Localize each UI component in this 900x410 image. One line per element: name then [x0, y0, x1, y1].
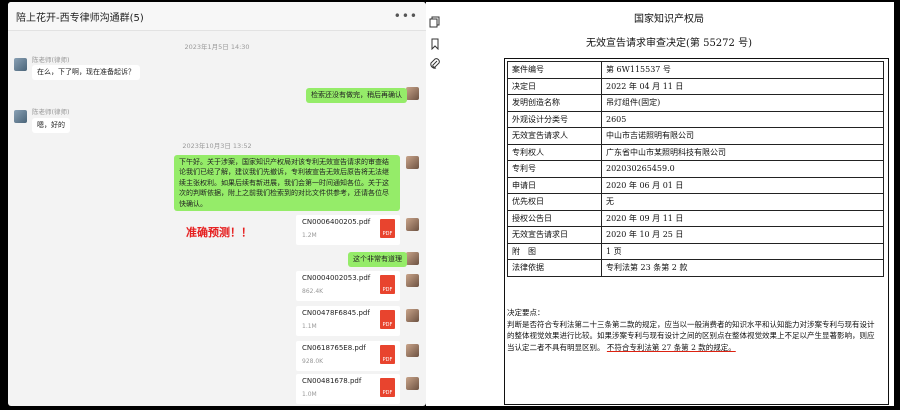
- attachment-icon[interactable]: [429, 58, 441, 70]
- pdf-file-icon: PDF: [380, 275, 395, 294]
- row-label: 专利权人: [507, 143, 602, 161]
- file-size: 1.1M: [302, 323, 317, 330]
- row-value: 2022 年 04 月 11 日: [601, 77, 884, 95]
- chat-window: 陪上花开-西专律师沟通群(5) ••• 2023年1月5日 14:30 陈老师(…: [8, 2, 426, 406]
- avatar[interactable]: [406, 309, 419, 322]
- message-bubble[interactable]: 检索还没有做完，稍后再确认: [306, 88, 407, 103]
- file-name: CN0618765E8.pdf: [302, 344, 366, 352]
- message-bubble[interactable]: 在么，下了啊，现在准备起诉？: [32, 65, 140, 80]
- row-label: 案件编号: [507, 61, 602, 79]
- table-row: 附 图1 页: [507, 242, 884, 260]
- document-page: 国家知识产权局 无效宣告请求审查决定(第 55272 号) 案件编号第 6W11…: [444, 2, 894, 406]
- table-row: 优先权日无: [507, 193, 884, 211]
- row-value: 2020 年 06 月 01 日: [601, 176, 884, 194]
- row-label: 授权公告日: [507, 209, 602, 227]
- avatar[interactable]: [406, 274, 419, 287]
- row-label: 决定日: [507, 77, 602, 95]
- table-row: 无效宣告请求人 中山市吉诺照明有限公司: [507, 127, 884, 145]
- message-bubble[interactable]: 这个非常有道理: [348, 252, 407, 267]
- bookmark-icon[interactable]: [429, 38, 441, 50]
- more-dots-icon[interactable]: •••: [394, 9, 418, 23]
- sender-name: 陈老师(律师): [32, 56, 70, 64]
- timestamp: 2023年10月3日 13:52: [182, 142, 252, 150]
- table-row: 申请日 2020 年 06 月 01 日: [507, 176, 884, 194]
- avatar[interactable]: [14, 110, 27, 123]
- file-name: CN0006400205.pdf: [302, 218, 371, 226]
- avatar[interactable]: [14, 58, 27, 71]
- row-value: 2020 年 09 月 11 日: [601, 209, 884, 227]
- chat-title: 陪上花开-西专律师沟通群(5): [16, 12, 144, 24]
- avatar[interactable]: [406, 377, 419, 390]
- summary-label: 决定要点：: [507, 308, 545, 317]
- row-label: 专利号: [507, 160, 602, 178]
- row-label: 申请日: [507, 176, 602, 194]
- pdf-file-icon: PDF: [380, 378, 395, 397]
- row-value: 2020 年 10 月 25 日: [601, 226, 884, 244]
- pdf-file-icon: PDF: [380, 310, 395, 329]
- document-title: 无效宣告请求审查决定(第 55272 号): [586, 38, 752, 49]
- file-card[interactable]: CN00478F6845.pdf 1.1M PDF: [296, 306, 400, 336]
- table-row: 法律依据 专利法第 23 条第 2 款: [507, 259, 884, 277]
- row-label: 法律依据: [507, 259, 602, 277]
- pdf-file-icon: PDF: [380, 219, 395, 238]
- table-row: 外观设计分类号 2605: [507, 110, 884, 128]
- table-row: 授权公告日 2020 年 09 月 11 日: [507, 209, 884, 227]
- avatar[interactable]: [406, 87, 419, 100]
- prediction-note: 准确预测！！: [186, 226, 252, 239]
- file-card[interactable]: CN00481678.pdf 1.0M PDF: [296, 374, 400, 404]
- decision-table: 案件编号第 6W115537 号决定日 2022 年 04 月 11 日发明创造名…: [507, 61, 884, 277]
- avatar[interactable]: [406, 344, 419, 357]
- file-card[interactable]: CN0004002053.pdf 862.4K PDF: [296, 271, 400, 301]
- row-value: 广东省中山市某照明科技有限公司: [601, 143, 884, 161]
- row-label: 无效宣告请求日: [507, 226, 602, 244]
- timestamp: 2023年1月5日 14:30: [184, 43, 250, 51]
- file-size: 1.0M: [302, 391, 317, 398]
- message-bubble[interactable]: 下午好。关于涉案，国家知识产权局对该专利无效宣告请求的审查结论我们已经了解，建议…: [174, 155, 400, 211]
- file-size: 1.2M: [302, 232, 317, 239]
- row-value: 202030265459.0: [601, 160, 884, 178]
- table-row: 案件编号第 6W115537 号: [507, 61, 884, 79]
- file-card[interactable]: CN0006400205.pdf 1.2M PDF: [296, 215, 400, 245]
- row-value: 2605: [601, 110, 884, 128]
- table-row: 决定日 2022 年 04 月 11 日: [507, 77, 884, 95]
- message-bubble[interactable]: 嗯，好的: [32, 118, 70, 133]
- row-value: 中山市吉诺照明有限公司: [601, 127, 884, 145]
- row-label: 外观设计分类号: [507, 110, 602, 128]
- row-label: 优先权日: [507, 193, 602, 211]
- file-name: CN00481678.pdf: [302, 377, 362, 385]
- sender-name: 陈老师(律师): [32, 108, 70, 116]
- row-label: 附 图: [507, 242, 602, 260]
- row-value: 无: [601, 193, 884, 211]
- copy-icon[interactable]: [429, 16, 441, 28]
- row-value: 1 页: [601, 242, 884, 260]
- agency-heading: 国家知识产权局: [634, 14, 704, 25]
- table-row: 发明创造名称 吊灯组件(固定): [507, 94, 884, 112]
- row-label: 无效宣告请求人: [507, 127, 602, 145]
- row-value: 专利法第 23 条第 2 款: [601, 259, 884, 277]
- file-name: CN00478F6845.pdf: [302, 309, 370, 317]
- table-row: 专利权人 广东省中山市某照明科技有限公司: [507, 143, 884, 161]
- avatar[interactable]: [406, 218, 419, 231]
- file-size: 862.4K: [302, 288, 324, 295]
- table-row: 专利号 202030265459.0: [507, 160, 884, 178]
- file-card[interactable]: CN0618765E8.pdf 928.0K PDF: [296, 341, 400, 371]
- file-size: 928.0K: [302, 358, 324, 365]
- side-toolbar: [426, 2, 444, 406]
- decision-summary: 决定要点： 判断是否符合专利法第二十三条第二款的规定，应当以一般消费者的知识水平…: [507, 307, 876, 353]
- summary-underlined: 不符合专利法第 27 条第 2 款的规定。: [606, 342, 736, 352]
- row-label: 发明创造名称: [507, 94, 602, 112]
- pdf-file-icon: PDF: [380, 345, 395, 364]
- chat-titlebar: 陪上花开-西专律师沟通群(5) •••: [8, 2, 426, 31]
- avatar[interactable]: [406, 252, 419, 265]
- row-value: 吊灯组件(固定): [601, 94, 884, 112]
- table-row: 无效宣告请求日 2020 年 10 月 25 日: [507, 226, 884, 244]
- file-name: CN0004002053.pdf: [302, 274, 371, 282]
- avatar[interactable]: [406, 156, 419, 169]
- row-value: 第 6W115537 号: [601, 61, 884, 79]
